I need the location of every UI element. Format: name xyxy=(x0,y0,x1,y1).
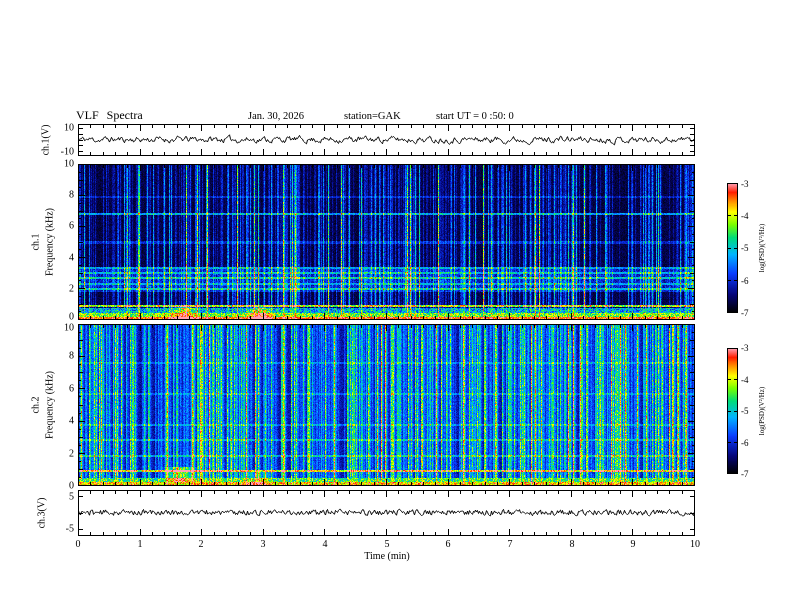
ch2-colorbar-canvas xyxy=(727,348,738,474)
ch1-wave-tick-neg10: -10 xyxy=(60,146,74,158)
x-tick-5: 5 xyxy=(384,539,390,550)
cbar1-tick-neg4: -4 xyxy=(741,211,749,221)
x-tick-9: 9 xyxy=(630,539,636,550)
ch3-wave-tick-5: 5 xyxy=(69,491,74,503)
ch3-waveform-canvas xyxy=(78,490,695,536)
spec1-ytick-6: 6 xyxy=(69,220,74,232)
ch3-wave-ylabel: ch.3(V) xyxy=(36,497,48,529)
start-ut-label: start UT = 0 :50: 0 xyxy=(436,111,514,122)
ch1-wave-tick-10: 10 xyxy=(64,122,74,134)
spec2-ytick-4: 4 xyxy=(69,415,74,427)
cbar1-tick-neg7: -7 xyxy=(741,308,749,318)
date-label: Jan. 30, 2026 xyxy=(248,111,304,122)
cbar1-tick-neg5: -5 xyxy=(741,243,749,253)
cbar1-tick-neg3: -3 xyxy=(741,179,749,189)
cbar2-tick-neg6: -6 xyxy=(741,438,749,448)
cbar2-tick-neg4: -4 xyxy=(741,375,749,385)
spec1-ytick-4: 4 xyxy=(69,252,74,264)
ch1-waveform-canvas xyxy=(78,124,695,156)
spec1-ytick-2: 2 xyxy=(69,283,74,295)
x-tick-3: 3 xyxy=(260,539,266,550)
spec1-ytick-10: 10 xyxy=(64,158,74,170)
ch1-spectrogram-canvas xyxy=(78,164,695,320)
spec2-ytick-0: 0 xyxy=(69,480,74,492)
station-label: station=GAK xyxy=(344,111,401,122)
spec2-ytick-10: 10 xyxy=(64,322,74,334)
spec1-ytick-0: 0 xyxy=(69,311,74,323)
x-tick-6: 6 xyxy=(445,539,451,550)
ch2-channel-label: ch.2 xyxy=(30,396,42,414)
cbar2-tick-neg7: -7 xyxy=(741,469,749,479)
ch2-frequency-ylabel: Frequency (kHz) xyxy=(44,370,56,440)
spec2-ytick-8: 8 xyxy=(69,350,74,362)
cbar1-tick-neg6: -6 xyxy=(741,276,749,286)
x-tick-4: 4 xyxy=(322,539,328,550)
colorbar1-label: log(PSD)(V²/Hz) xyxy=(758,223,766,273)
x-tick-7: 7 xyxy=(507,539,513,550)
x-axis-title: Time (min) xyxy=(364,551,410,562)
ch1-colorbar-canvas xyxy=(727,183,738,313)
x-tick-2: 2 xyxy=(198,539,204,550)
spec1-ytick-8: 8 xyxy=(69,189,74,201)
ch1-wave-ylabel: ch.1(V) xyxy=(40,124,52,156)
page-title: VLF Spectra xyxy=(76,108,143,122)
spec2-ytick-6: 6 xyxy=(69,383,74,395)
x-tick-10: 10 xyxy=(690,539,700,550)
ch2-spectrogram-canvas xyxy=(78,324,695,486)
x-tick-1: 1 xyxy=(137,539,143,550)
cbar2-tick-neg3: -3 xyxy=(741,343,749,353)
ch3-wave-tick-neg5: -5 xyxy=(65,523,74,535)
x-tick-0: 0 xyxy=(75,539,81,550)
cbar2-tick-neg5: -5 xyxy=(741,406,749,416)
vlf-spectra-figure: VLF Spectra Jan. 30, 2026 station=GAK st… xyxy=(0,0,792,612)
colorbar2-label: log(PSD)(V²/Hz) xyxy=(758,386,766,436)
ch1-frequency-ylabel: Frequency (kHz) xyxy=(44,207,56,277)
ch1-channel-label: ch.1 xyxy=(30,233,42,251)
x-tick-8: 8 xyxy=(569,539,575,550)
spec2-ytick-2: 2 xyxy=(69,448,74,460)
